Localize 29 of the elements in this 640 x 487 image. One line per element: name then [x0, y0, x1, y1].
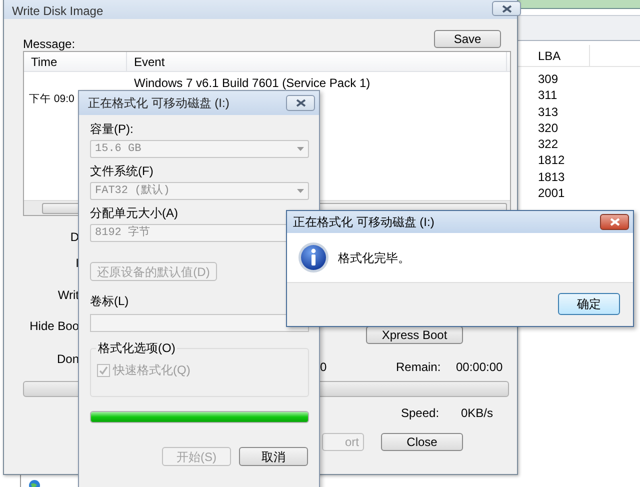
field-label: 卷标(L)	[90, 293, 130, 309]
table-cell-text: 下午 09:0	[28, 92, 74, 107]
table-cell-text: 309	[538, 71, 560, 88]
field-label: 分配单元大小(A)	[90, 205, 179, 221]
field-label: Don	[56, 351, 79, 368]
checkbox-label: 快速格式化(Q)	[113, 362, 190, 379]
table-cell-text: 2001	[538, 185, 566, 202]
done-value: 0	[320, 359, 327, 376]
table-cell: Windows 7 v6.1 Build 7601 (Service Pack 1)	[134, 75, 370, 91]
remain-label: Remain:	[396, 359, 441, 376]
remain-value: 00:00:00	[456, 359, 503, 376]
message-label: Message:	[23, 36, 76, 53]
field-label: I	[76, 255, 79, 272]
table-cell-text: 320	[538, 120, 560, 136]
field-label: Writ	[58, 287, 79, 304]
speed-label: Speed:	[401, 405, 440, 422]
dialog-title: 正在格式化 可移动磁盘 (I:)	[88, 95, 230, 112]
window-title: Write Disk Image	[4, 0, 517, 19]
table-cell-text: 311	[538, 87, 558, 104]
table-cell-text: 322	[538, 136, 560, 152]
message-text: 格式化完毕。	[338, 250, 410, 266]
field-label: Hide Boo	[30, 318, 79, 335]
table-cell-text: 313	[538, 104, 560, 120]
field-label: 容量(P):	[90, 121, 134, 137]
table-cell-text: 1812	[538, 152, 566, 169]
speed-value: 0KB/s	[461, 405, 494, 422]
field-label: 文件系统(F)	[90, 163, 154, 179]
group-label: 格式化选项(O)	[96, 340, 178, 356]
table-cell-text: 1813	[538, 168, 566, 186]
